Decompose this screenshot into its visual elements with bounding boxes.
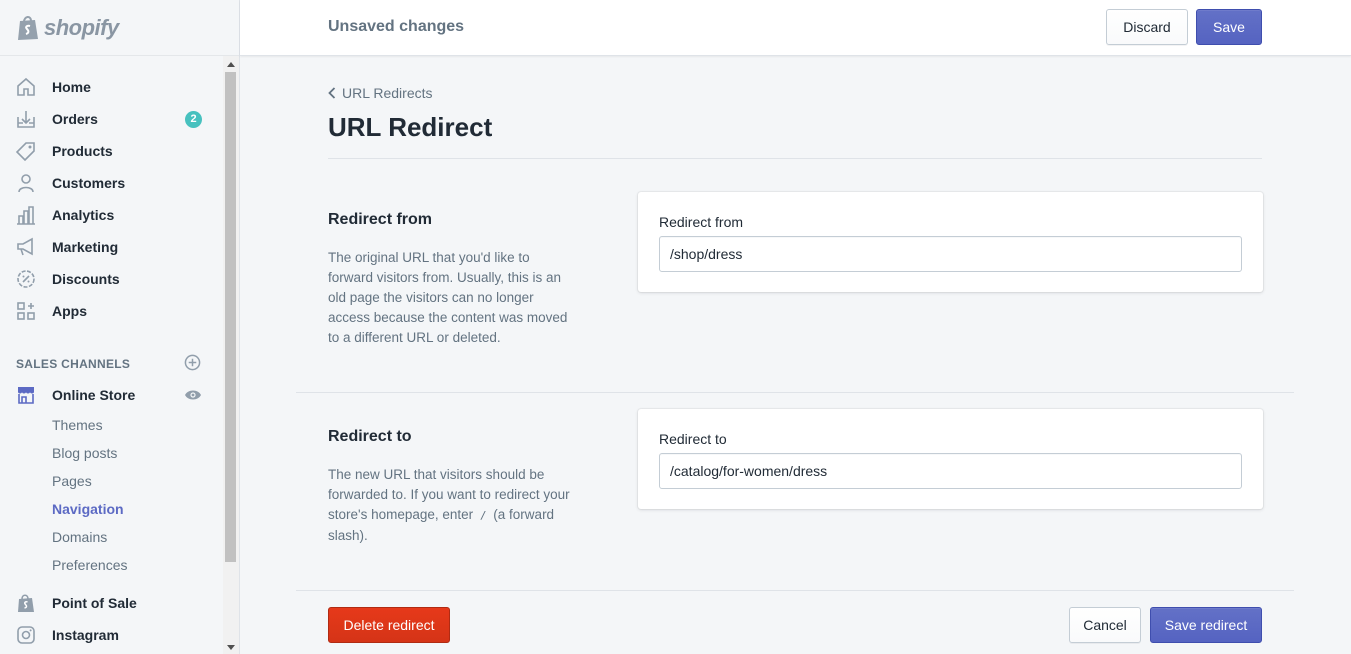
sidebar-item-customers[interactable]: Customers (0, 167, 222, 199)
sidebar-item-label: Point of Sale (52, 595, 137, 611)
footer-divider (296, 590, 1294, 591)
sidebar-item-label: Orders (52, 111, 98, 127)
sidebar-item-label: Discounts (52, 271, 120, 287)
sidebar-subitem-pages[interactable]: Pages (52, 473, 92, 489)
add-channel-icon[interactable] (184, 354, 201, 371)
apps-icon (17, 302, 35, 320)
discard-button[interactable]: Discard (1106, 9, 1188, 45)
chevron-left-icon (328, 87, 336, 99)
sidebar-subitem-domains[interactable]: Domains (52, 529, 107, 545)
sidebar-item-apps[interactable]: Apps (0, 295, 222, 327)
breadcrumb-label: URL Redirects (342, 85, 433, 101)
page-title: URL Redirect (328, 112, 493, 142)
instagram-icon (17, 626, 35, 644)
contextual-save-bar: Unsaved changes Discard Save (240, 0, 1351, 56)
sidebar-nav: Home Orders 2 Products Customers Analyti… (0, 56, 222, 654)
store-icon (18, 387, 34, 404)
sidebar-item-label: Home (52, 79, 91, 95)
redirect-to-input[interactable] (659, 453, 1242, 489)
person-icon (18, 174, 34, 193)
forward-slash-code: / (476, 509, 490, 522)
sidebar-item-label: Products (52, 143, 113, 159)
breadcrumb[interactable]: URL Redirects (328, 85, 433, 101)
main-content: URL Redirects URL Redirect Redirect from… (240, 56, 1351, 654)
sidebar-item-label: Customers (52, 175, 126, 191)
eye-icon[interactable] (184, 386, 202, 404)
home-icon (17, 77, 35, 96)
redirect-to-card: Redirect to (638, 409, 1263, 509)
sidebar-item-marketing[interactable]: Marketing (0, 231, 222, 263)
shopify-logo[interactable]: shopify (0, 0, 239, 56)
sidebar-item-products[interactable]: Products (0, 135, 222, 167)
orders-icon (17, 111, 35, 128)
scroll-down-arrow-icon[interactable] (227, 645, 235, 650)
sidebar-item-point-of-sale[interactable]: Point of Sale (0, 587, 222, 619)
sidebar-subitem-preferences[interactable]: Preferences (52, 557, 127, 573)
sidebar-item-label: Instagram (52, 627, 119, 643)
cancel-button[interactable]: Cancel (1069, 607, 1141, 643)
section-divider (296, 392, 1294, 393)
sidebar-item-home[interactable]: Home (0, 71, 222, 103)
bar-chart-icon (17, 206, 35, 225)
redirect-from-input[interactable] (659, 236, 1242, 272)
sidebar-item-discounts[interactable]: Discounts (0, 263, 222, 295)
sidebar-item-analytics[interactable]: Analytics (0, 199, 222, 231)
redirect-from-description: The original URL that you'd like to forw… (328, 250, 568, 345)
sidebar-subitem-themes[interactable]: Themes (52, 417, 103, 433)
sidebar-item-label: Marketing (52, 239, 119, 255)
sidebar-item-label: Online Store (52, 387, 136, 403)
discount-icon (17, 270, 35, 288)
redirect-from-label: Redirect from (659, 214, 744, 230)
sidebar-item-label: Apps (52, 303, 87, 319)
sidebar-subitem-blog-posts[interactable]: Blog posts (52, 445, 117, 461)
delete-redirect-button[interactable]: Delete redirect (328, 607, 450, 643)
sidebar-item-orders[interactable]: Orders 2 (0, 103, 222, 135)
sidebar-item-label: Analytics (52, 207, 115, 223)
redirect-to-description: The new URL that visitors should be forw… (328, 465, 578, 546)
tag-icon (16, 142, 35, 161)
save-button[interactable]: Save (1196, 9, 1262, 45)
unsaved-changes-message: Unsaved changes (328, 18, 465, 35)
shopify-bag-icon (18, 16, 38, 40)
sidebar: shopify Home Orders 2 Products Customers… (0, 0, 240, 654)
megaphone-icon (17, 237, 33, 256)
scrollbar-thumb[interactable] (225, 72, 236, 562)
sidebar-scrollbar[interactable] (223, 56, 239, 654)
redirect-from-card: Redirect from (638, 192, 1263, 292)
redirect-to-section-title: Redirect to (328, 428, 412, 445)
sidebar-subitem-navigation[interactable]: Navigation (52, 501, 124, 517)
sidebar-item-instagram[interactable]: Instagram (0, 619, 222, 651)
title-divider (328, 158, 1262, 159)
sales-channels-heading: SALES CHANNELS (16, 357, 131, 371)
orders-count-badge: 2 (185, 110, 202, 128)
shopify-bag-icon (18, 594, 34, 612)
scroll-up-arrow-icon[interactable] (227, 62, 235, 67)
redirect-to-label: Redirect to (659, 431, 727, 447)
sidebar-item-online-store[interactable]: Online Store (0, 379, 222, 411)
brand-name: shopify (44, 14, 119, 40)
save-redirect-button[interactable]: Save redirect (1150, 607, 1262, 643)
redirect-from-section-title: Redirect from (328, 211, 433, 228)
